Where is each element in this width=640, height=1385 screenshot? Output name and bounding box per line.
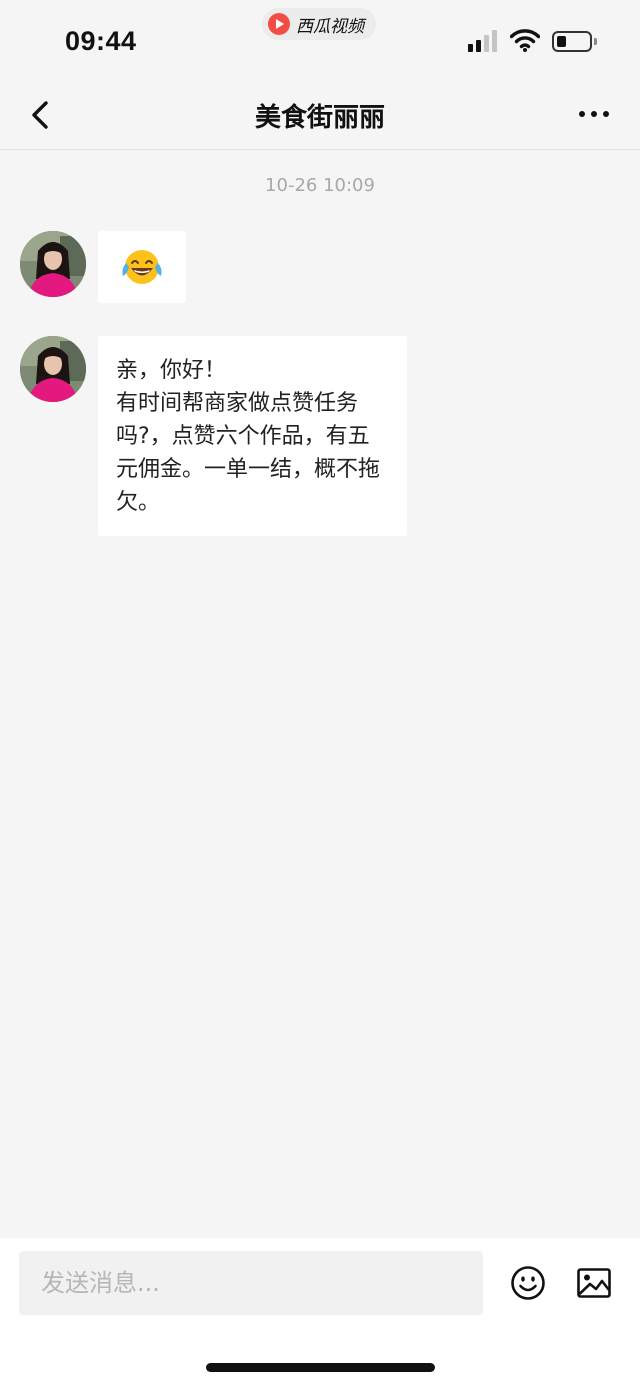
home-indicator	[206, 1363, 435, 1372]
app-return-pill[interactable]: 西瓜视频	[262, 8, 376, 40]
avatar[interactable]	[20, 336, 86, 402]
ellipsis-icon[interactable]	[578, 108, 610, 120]
battery-level	[557, 36, 566, 47]
chat-screen: 09:44 西瓜视频 美食街丽丽 10-26 10:09 亲，你好！ 有时间帮商…	[0, 0, 640, 1385]
cellular-signal-icon	[468, 30, 500, 52]
laughing-tears-emoji-icon	[122, 250, 162, 284]
message-bubble-text[interactable]: 亲，你好！ 有时间帮商家做点赞任务吗?，点赞六个作品，有五元佣金。一单一结，概不…	[98, 336, 407, 536]
avatar-photo	[20, 231, 86, 297]
chat-header: 美食街丽丽	[0, 80, 640, 150]
app-name: 西瓜视频	[296, 16, 364, 37]
avatar[interactable]	[20, 231, 86, 297]
message-input[interactable]	[19, 1251, 483, 1315]
avatar-photo	[20, 336, 86, 402]
status-time: 09:44	[65, 26, 137, 56]
battery-cap	[594, 38, 597, 45]
message-timestamp: 10-26 10:09	[265, 175, 375, 196]
message-text: 亲，你好！ 有时间帮商家做点赞任务吗?，点赞六个作品，有五元佣金。一单一结，概不…	[116, 358, 381, 515]
play-logo-icon	[268, 13, 290, 35]
smiley-icon[interactable]	[510, 1265, 546, 1301]
message-input-bar	[0, 1238, 640, 1385]
wifi-icon	[510, 29, 540, 52]
image-icon[interactable]	[576, 1265, 612, 1301]
battery-icon	[552, 31, 592, 52]
status-bar: 09:44 西瓜视频	[0, 0, 640, 80]
page-title: 美食街丽丽	[254, 103, 385, 133]
message-bubble-emoji[interactable]: 😂	[98, 231, 186, 303]
